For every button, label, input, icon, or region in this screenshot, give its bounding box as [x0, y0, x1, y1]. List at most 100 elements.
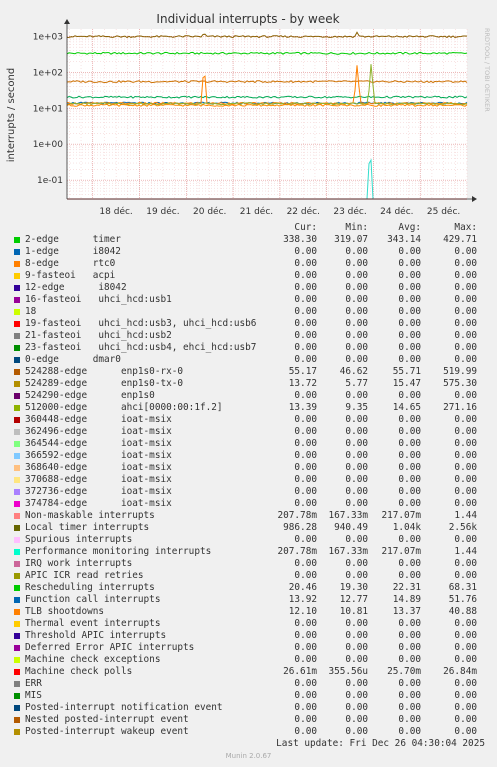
legend-min-value: 46.62	[339, 366, 368, 377]
legend-min-value: 0.00	[345, 534, 368, 545]
legend-avg-value: 14.65	[392, 402, 421, 413]
legend-swatch	[14, 717, 20, 723]
legend-swatch	[14, 633, 20, 639]
legend-avg-value: 0.00	[398, 630, 421, 641]
legend-min-value: 12.77	[339, 594, 368, 605]
x-tick-label: 22 déc.	[287, 206, 320, 217]
legend-avg-value: 0.00	[398, 702, 421, 713]
legend-min-value: 167.33m	[328, 546, 368, 557]
legend-row: Posted-interrupt notification event 0.00 0…	[14, 702, 484, 714]
legend-label: 8-edge rtc0	[25, 258, 116, 269]
legend-max-value: 2.56k	[448, 522, 477, 533]
legend-swatch	[14, 381, 20, 387]
legend-row: 16-fasteoi uhci_hcd:usb1 0.00 0.00 0.00 0.00	[14, 294, 484, 306]
legend-max-value: 1.44	[454, 510, 477, 521]
legend-min-value: 0.00	[345, 246, 368, 257]
legend-row: 524288-edge enp1s0-rx-0 55.17 46.62 55.71 51…	[14, 366, 484, 378]
legend-min-value: 0.00	[345, 486, 368, 497]
x-tick-label: 19 déc.	[146, 206, 179, 217]
legend-label: 2-edge timer	[25, 234, 121, 245]
legend-swatch	[14, 261, 20, 267]
legend-row: Posted-interrupt wakeup event 0.00 0.00 0.0…	[14, 726, 484, 738]
legend-avg-value: 0.00	[398, 654, 421, 665]
legend-swatch	[14, 669, 20, 675]
legend-min-value: 0.00	[345, 678, 368, 689]
x-tick-label: 20 déc.	[193, 206, 226, 217]
legend-avg-value: 217.07m	[381, 546, 421, 557]
legend-min-value: 0.00	[345, 354, 368, 365]
legend-row: Deferred Error APIC interrupts 0.00 0.00 0.…	[14, 642, 484, 654]
legend-swatch	[14, 429, 20, 435]
legend-avg-value: 0.00	[398, 330, 421, 341]
legend-avg-value: 0.00	[398, 474, 421, 485]
legend-swatch	[14, 477, 20, 483]
legend-swatch	[14, 321, 20, 327]
legend-swatch	[14, 285, 20, 291]
legend-max-value: 26.84m	[443, 666, 477, 677]
legend-min-value: 319.07	[334, 234, 368, 245]
legend-label: Function call interrupts	[25, 594, 161, 605]
legend-label: Performance monitoring interrupts	[25, 546, 212, 557]
x-tick-label: 23 déc.	[333, 206, 366, 217]
legend-swatch	[14, 309, 20, 315]
legend-swatch	[14, 489, 20, 495]
legend-min-value: 9.35	[345, 402, 368, 413]
legend-row: Machine check polls 26.61m 355.56u 25.70m 26…	[14, 666, 484, 678]
legend-max-value: 0.00	[454, 438, 477, 449]
legend-label: 23-fasteoi uhci_hcd:usb4, ehci_hcd:usb7	[25, 342, 257, 353]
legend-row: 21-fasteoi uhci_hcd:usb2 0.00 0.00 0.00 0.00	[14, 330, 484, 342]
legend-max-value: 0.00	[454, 462, 477, 473]
legend-row: Spurious interrupts 0.00 0.00 0.00 0.00	[14, 534, 484, 546]
legend-max-value: 0.00	[454, 534, 477, 545]
legend-row: 366592-edge ioat-msix 0.00 0.00 0.00 0.00	[14, 450, 484, 462]
legend-max-value: 0.00	[454, 726, 477, 737]
legend-label: Posted-interrupt wakeup event	[25, 726, 189, 737]
legend-min-value: 0.00	[345, 414, 368, 425]
legend-label: 364544-edge ioat-msix	[25, 438, 172, 449]
legend-swatch	[14, 405, 20, 411]
legend-label: Threshold APIC interrupts	[25, 630, 167, 641]
legend-avg-value: 0.00	[398, 342, 421, 353]
legend-min-value: 0.00	[345, 618, 368, 629]
munin-version: Munin 2.0.67	[225, 752, 272, 760]
legend-max-value: 0.00	[454, 498, 477, 509]
legend-min-value: 0.00	[345, 318, 368, 329]
legend-avg-value: 14.89	[392, 594, 421, 605]
legend-min-value: 0.00	[345, 450, 368, 461]
legend-max-value: 0.00	[454, 486, 477, 497]
legend-row: Threshold APIC interrupts 0.00 0.00 0.00 0.0…	[14, 630, 484, 642]
legend-min-value: 167.33m	[328, 510, 368, 521]
legend-row: Machine check exceptions 0.00 0.00 0.00 0.00	[14, 654, 484, 666]
legend-swatch	[14, 681, 20, 687]
legend-label: 16-fasteoi uhci_hcd:usb1	[25, 294, 172, 305]
legend-max-value: 0.00	[454, 330, 477, 341]
legend-min-value: 0.00	[345, 654, 368, 665]
legend-avg-value: 0.00	[398, 258, 421, 269]
legend-row: 368640-edge ioat-msix 0.00 0.00 0.00 0.00	[14, 462, 484, 474]
y-tick-label: 1e+03	[33, 32, 63, 42]
legend-label: 1-edge i8042	[25, 246, 121, 257]
legend-avg-value: 1.04k	[392, 522, 421, 533]
legend-label: MIS	[25, 690, 42, 701]
legend-row: 1-edge i8042 0.00 0.00 0.00 0.00	[14, 246, 484, 258]
legend-label: 0-edge dmar0	[25, 354, 121, 365]
legend-max-value: 0.00	[454, 354, 477, 365]
legend-label: IRQ work interrupts	[25, 558, 133, 569]
legend-max-value: 0.00	[454, 414, 477, 425]
legend-label: Machine check polls	[25, 666, 133, 677]
y-tick-label: 1e+01	[33, 104, 63, 114]
x-tick-label: 18 déc.	[99, 206, 132, 217]
legend-avg-value: 217.07m	[381, 510, 421, 521]
legend-swatch	[14, 693, 20, 699]
legend-row: 524289-edge enp1s0-tx-0 13.72 5.77 15.47 575…	[14, 378, 484, 390]
legend-label: Rescheduling interrupts	[25, 582, 155, 593]
legend-label: 18	[25, 306, 37, 317]
legend-label: TLB shootdowns	[25, 606, 105, 617]
legend-max-value: 0.00	[454, 246, 477, 257]
legend-row: 2-edge timer 338.30 319.07 343.14 429.71	[14, 234, 484, 246]
legend-swatch	[14, 417, 20, 423]
legend-min-value: 0.00	[345, 714, 368, 725]
legend-avg-value: 0.00	[398, 558, 421, 569]
legend-avg-value: 0.00	[398, 390, 421, 401]
legend-row: 360448-edge ioat-msix 0.00 0.00 0.00 0.00	[14, 414, 484, 426]
